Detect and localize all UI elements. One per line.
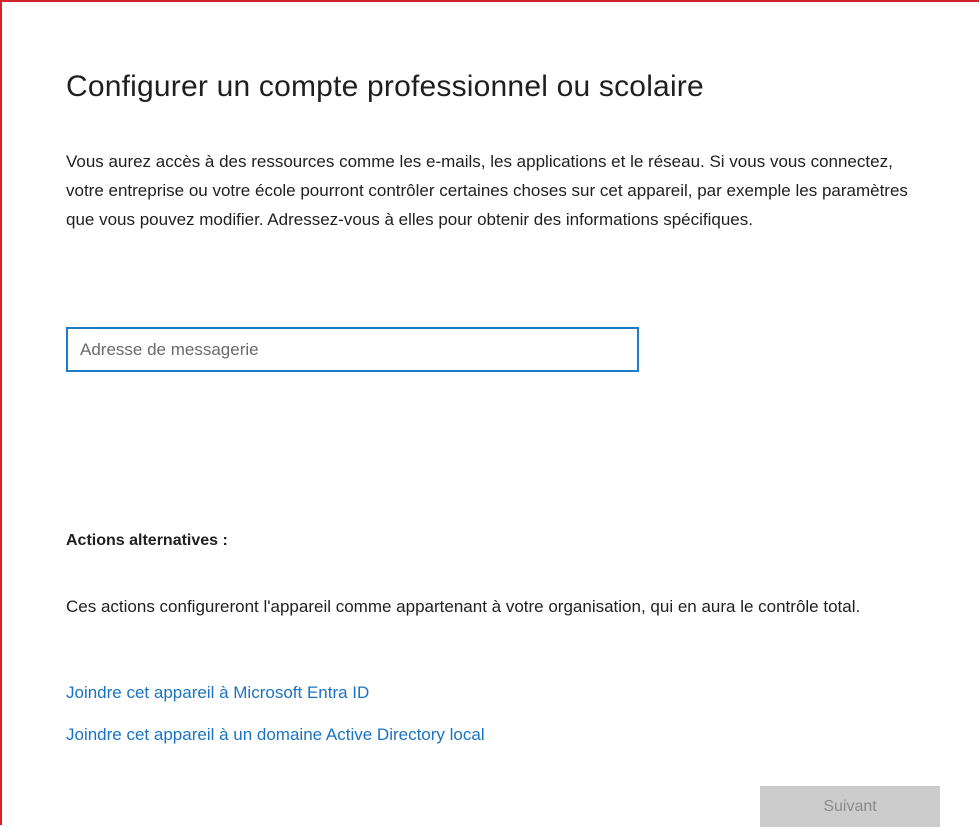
join-local-ad-domain-link[interactable]: Joindre cet appareil à un domaine Active… <box>66 725 485 745</box>
join-entra-id-link[interactable]: Joindre cet appareil à Microsoft Entra I… <box>66 683 369 703</box>
alternative-actions-heading: Actions alternatives : <box>66 532 228 549</box>
email-address-input[interactable] <box>66 327 639 372</box>
next-button[interactable]: Suivant <box>760 786 940 827</box>
alternative-actions-description: Ces actions configureront l'appareil com… <box>66 597 861 616</box>
setup-work-account-dialog: Configurer un compte professionnel ou sc… <box>0 0 979 827</box>
page-description: Vous aurez accès à des ressources comme … <box>66 152 908 229</box>
page-title: Configurer un compte professionnel ou sc… <box>66 70 704 103</box>
